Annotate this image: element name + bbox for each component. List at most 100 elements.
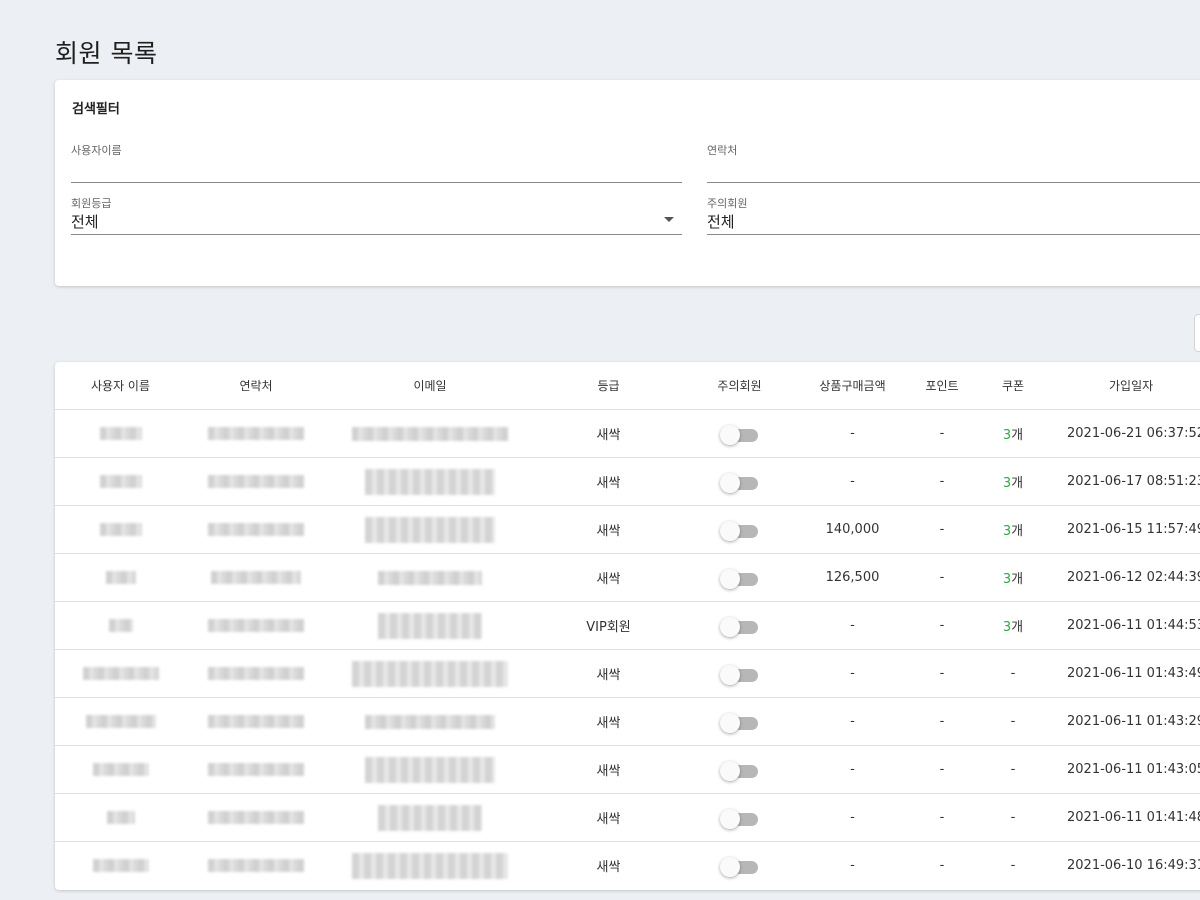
cell-purchase-amount: 140,000 xyxy=(796,505,909,554)
cell-email xyxy=(326,745,534,794)
cell-grade: 새싹 xyxy=(534,745,683,794)
grade-select[interactable]: 회원등급 전체 xyxy=(71,188,682,235)
cell-email xyxy=(326,409,534,458)
toolbar-button[interactable] xyxy=(1194,314,1200,352)
cell-contact xyxy=(186,697,326,746)
caution-value: 전체 xyxy=(707,213,735,231)
header-caution[interactable]: 주의회원 xyxy=(683,362,796,410)
cell-username xyxy=(55,505,186,554)
cell-joined-date: 2021-06-11 01:44:53 xyxy=(1051,601,1200,650)
redacted-contact xyxy=(208,523,304,536)
redacted-email xyxy=(352,660,508,687)
table-row[interactable]: 새싹 - - -2021-06-11 01:43:05 xyxy=(55,745,1200,794)
grade-value: 전체 xyxy=(71,213,99,231)
cell-coupon: 3개 xyxy=(975,553,1051,602)
cell-caution[interactable] xyxy=(683,649,796,698)
header-coupon[interactable]: 쿠폰 xyxy=(975,362,1051,410)
caution-toggle[interactable] xyxy=(719,856,760,877)
cell-username xyxy=(55,601,186,650)
redacted-contact xyxy=(211,571,301,584)
header-purchase-amount[interactable]: 상품구매금액 xyxy=(796,362,909,410)
cell-contact xyxy=(186,457,326,506)
redacted-username xyxy=(108,619,133,632)
contact-field[interactable]: 연락처 xyxy=(707,136,1200,183)
cell-joined-date: 2021-06-11 01:41:48 xyxy=(1051,793,1200,842)
header-grade[interactable]: 등급 xyxy=(534,362,683,410)
caution-toggle[interactable] xyxy=(719,472,760,493)
caution-toggle[interactable] xyxy=(719,808,760,829)
header-joined-date[interactable]: 가입일자 xyxy=(1051,362,1200,410)
redacted-email xyxy=(378,612,482,639)
redacted-username xyxy=(92,763,149,776)
cell-contact xyxy=(186,553,326,602)
caution-toggle[interactable] xyxy=(719,520,760,541)
header-username[interactable]: 사용자 이름 xyxy=(55,362,186,410)
caution-select[interactable]: 주의회원 전체 xyxy=(707,188,1200,235)
cell-caution[interactable] xyxy=(683,842,796,890)
cell-caution[interactable] xyxy=(683,457,796,506)
table-row[interactable]: 새싹 126,500-3개 2021-06-12 02:44:39 xyxy=(55,553,1200,602)
cell-email xyxy=(326,601,534,650)
redacted-username xyxy=(99,523,142,536)
cell-purchase-amount: 126,500 xyxy=(796,553,909,602)
redacted-email xyxy=(365,516,495,543)
coupon-count: 3 xyxy=(1002,428,1012,443)
cell-caution[interactable] xyxy=(683,505,796,554)
cell-email xyxy=(326,649,534,698)
toggle-knob xyxy=(719,520,740,541)
cell-caution[interactable] xyxy=(683,601,796,650)
header-email[interactable]: 이메일 xyxy=(326,362,534,410)
redacted-email xyxy=(352,426,508,441)
cell-purchase-amount: - xyxy=(850,858,855,873)
table-row[interactable]: VIP회원 - -3개 2021-06-11 01:44:53 xyxy=(55,601,1200,650)
header-contact[interactable]: 연락처 xyxy=(186,362,326,410)
cell-caution[interactable] xyxy=(683,745,796,794)
redacted-contact xyxy=(208,811,304,824)
cell-grade: 새싹 xyxy=(534,697,683,746)
toggle-knob xyxy=(719,712,740,733)
cell-joined-date: 2021-06-15 11:57:49 xyxy=(1051,505,1200,554)
cell-contact xyxy=(186,842,326,890)
table-row[interactable]: 새싹 - - - 2021-06-10 16:49:31 xyxy=(55,842,1200,890)
cell-coupon: - xyxy=(975,842,1051,890)
cell-points: - xyxy=(909,553,975,602)
caution-toggle[interactable] xyxy=(719,760,760,781)
table-row[interactable]: 새싹 - -3개 2021-06-21 06:37:52 xyxy=(55,409,1200,458)
cell-username xyxy=(55,457,186,506)
cell-username xyxy=(55,649,186,698)
cell-username xyxy=(55,553,186,602)
table-row[interactable]: 새싹 - -3개 2021-06-17 08:51:23 xyxy=(55,457,1200,506)
cell-purchase-amount: - xyxy=(796,697,909,746)
cell-caution[interactable] xyxy=(683,793,796,842)
redacted-contact xyxy=(208,763,304,776)
username-field[interactable]: 사용자이름 xyxy=(71,136,682,183)
cell-grade: VIP회원 xyxy=(534,601,683,650)
cell-caution[interactable] xyxy=(683,553,796,602)
caution-toggle[interactable] xyxy=(719,712,760,733)
caution-toggle[interactable] xyxy=(719,616,760,637)
cell-joined-date: 2021-06-17 08:51:23 xyxy=(1051,457,1200,506)
toggle-knob xyxy=(719,808,740,829)
chevron-down-icon[interactable] xyxy=(664,217,674,222)
table-row[interactable]: 새싹 - - -2021-06-11 01:43:29 xyxy=(55,697,1200,746)
coupon-dash: - xyxy=(1010,762,1016,777)
redacted-contact xyxy=(208,667,304,680)
caution-toggle[interactable] xyxy=(719,568,760,589)
table-row[interactable]: 새싹 - - -2021-06-11 01:41:48 xyxy=(55,793,1200,842)
cell-caution[interactable] xyxy=(683,697,796,746)
caution-toggle[interactable] xyxy=(719,664,760,685)
cell-grade: 새싹 xyxy=(534,793,683,842)
redacted-username xyxy=(99,475,142,488)
cell-caution[interactable] xyxy=(683,409,796,458)
toggle-knob xyxy=(719,760,740,781)
cell-points: - xyxy=(909,457,975,506)
caution-toggle[interactable] xyxy=(719,424,760,445)
cell-purchase-amount: - xyxy=(796,649,909,698)
cell-coupon: - xyxy=(975,649,1051,698)
header-points[interactable]: 포인트 xyxy=(909,362,975,410)
table-row[interactable]: 새싹 - - -2021-06-11 01:43:49 xyxy=(55,649,1200,698)
cell-coupon: 3개 xyxy=(975,409,1051,458)
cell-email xyxy=(326,793,534,842)
cell-joined-date: 2021-06-12 02:44:39 xyxy=(1051,553,1200,602)
table-row[interactable]: 새싹 140,000-3개 2021-06-15 11:57:49 xyxy=(55,505,1200,554)
